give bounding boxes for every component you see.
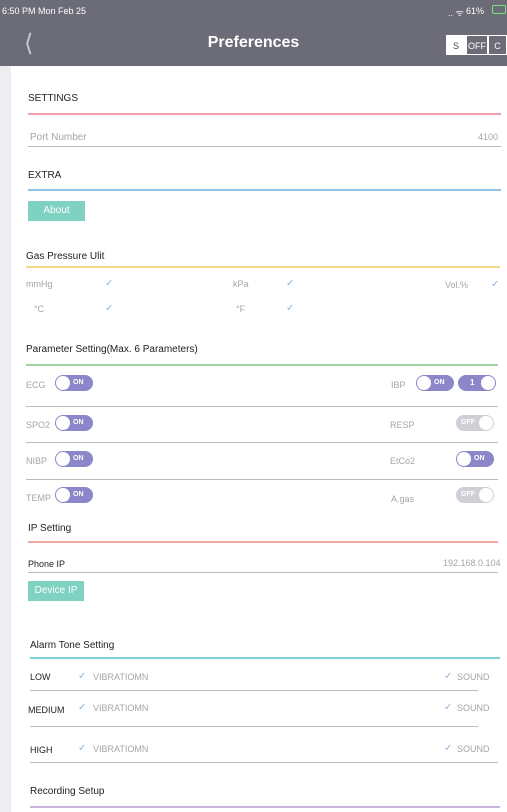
port-underline [28, 146, 501, 147]
param-spo2-toggle[interactable]: ON [55, 415, 93, 431]
unit-kpa-check-icon[interactable]: ✓ [286, 278, 294, 289]
param-etco2-label: EtCo2 [390, 456, 416, 466]
param-ibp-toggle[interactable]: ON [416, 375, 454, 391]
param-nibp-toggle[interactable]: ON [55, 451, 93, 467]
alarm-low-sound-check-icon[interactable]: ✓ [444, 671, 452, 682]
alarm-low-vibration-label: VIBRATIOMN [93, 672, 149, 682]
alarm-high-vibration-label: VIBRATIOMN [93, 744, 149, 754]
segment-off[interactable]: OFF [466, 35, 488, 55]
status-bar: 6:50 PM Mon Feb 25 .. ᯤ 61% [0, 0, 507, 22]
params-divider [26, 364, 498, 366]
unit-kpa-label: kPa [233, 279, 249, 289]
param-agas-toggle[interactable]: OFF [456, 487, 494, 503]
alarm-medium-vibration-check-icon[interactable]: ✓ [78, 702, 86, 713]
settings-divider [28, 113, 501, 115]
phone-ip-value[interactable]: 192.168.0.104 [443, 558, 501, 568]
alarm-low-vibration-check-icon[interactable]: ✓ [78, 671, 86, 682]
alarm-row-divider-3 [30, 762, 498, 763]
alarm-divider [30, 657, 500, 659]
extra-divider [28, 189, 501, 191]
extra-header: EXTRA [28, 170, 62, 181]
param-resp-label: RESP [390, 420, 415, 430]
alarm-row-divider-2 [30, 726, 478, 727]
param-ecg-label: ECG [26, 380, 46, 390]
gas-header: Gas Pressure Ulit [26, 251, 105, 262]
alarm-low-sound-label: SOUND [457, 672, 490, 682]
param-etco2-toggle[interactable]: ON [456, 451, 494, 467]
port-value[interactable]: 4100 [478, 132, 498, 142]
unit-f-check-icon[interactable]: ✓ [286, 303, 294, 314]
unit-mmhg-check-icon[interactable]: ✓ [105, 278, 113, 289]
param-row-divider-1 [26, 406, 498, 407]
unit-mmhg-label: mmHg [26, 279, 53, 289]
gas-divider [26, 266, 500, 268]
nav-bar: ⟨ Preferences S OFF C [0, 22, 507, 66]
page-title: Preferences [207, 34, 300, 51]
alarm-medium-sound-label: SOUND [457, 703, 490, 713]
param-row-divider-2 [26, 442, 498, 443]
phone-ip-underline [28, 572, 498, 573]
segment-c[interactable]: C [488, 35, 507, 55]
left-rail [0, 66, 11, 812]
unit-c-check-icon[interactable]: ✓ [105, 303, 113, 314]
param-temp-label: TEMP [26, 493, 52, 503]
signal-icon: .. ᯤ [448, 8, 464, 18]
alarm-low-label: LOW [30, 672, 51, 682]
about-button[interactable]: About [28, 201, 85, 221]
unit-vol-label: Vol.% [445, 280, 469, 290]
alarm-medium-label: MEDIUM [28, 705, 65, 715]
battery-percent: 61% [466, 6, 485, 16]
alarm-row-divider-1 [30, 690, 478, 691]
param-spo2-label: SPO2 [26, 420, 51, 430]
segment-s[interactable]: S [446, 35, 466, 55]
param-ibp-label: IBP [391, 380, 406, 390]
param-nibp-label: NIBP [26, 456, 48, 466]
param-ibp-channel-toggle[interactable]: 1 [458, 375, 496, 391]
param-temp-toggle[interactable]: ON [55, 487, 93, 503]
port-label: Port Number [30, 132, 87, 143]
param-resp-toggle[interactable]: OFF [456, 415, 494, 431]
settings-header: SETTINGS [28, 93, 79, 104]
alarm-medium-sound-check-icon[interactable]: ✓ [444, 702, 452, 713]
alarm-high-vibration-check-icon[interactable]: ✓ [78, 743, 86, 754]
param-row-divider-3 [26, 479, 498, 480]
alarm-high-sound-label: SOUND [457, 744, 490, 754]
param-ecg-toggle[interactable]: ON [55, 375, 93, 391]
param-agas-label: A.gas [391, 494, 415, 504]
unit-f-label: °F [236, 304, 246, 314]
unit-vol-check-icon[interactable]: ✓ [491, 279, 499, 290]
recording-header: Recording Setup [30, 786, 105, 797]
params-header: Parameter Setting(Max. 6 Parameters) [26, 344, 198, 355]
alarm-medium-vibration-label: VIBRATIOMN [93, 703, 149, 713]
alarm-high-label: HIGH [30, 745, 53, 755]
phone-ip-label: Phone IP [28, 559, 66, 569]
device-ip-button[interactable]: Device IP [28, 581, 84, 601]
status-time: 6:50 PM Mon Feb 25 [2, 6, 87, 16]
recording-divider [30, 806, 500, 808]
battery-icon [492, 5, 506, 14]
ip-divider [28, 541, 498, 543]
alarm-header: Alarm Tone Setting [30, 640, 115, 651]
unit-c-label: °C [34, 304, 45, 314]
ip-header: IP Setting [28, 523, 72, 534]
alarm-high-sound-check-icon[interactable]: ✓ [444, 743, 452, 754]
